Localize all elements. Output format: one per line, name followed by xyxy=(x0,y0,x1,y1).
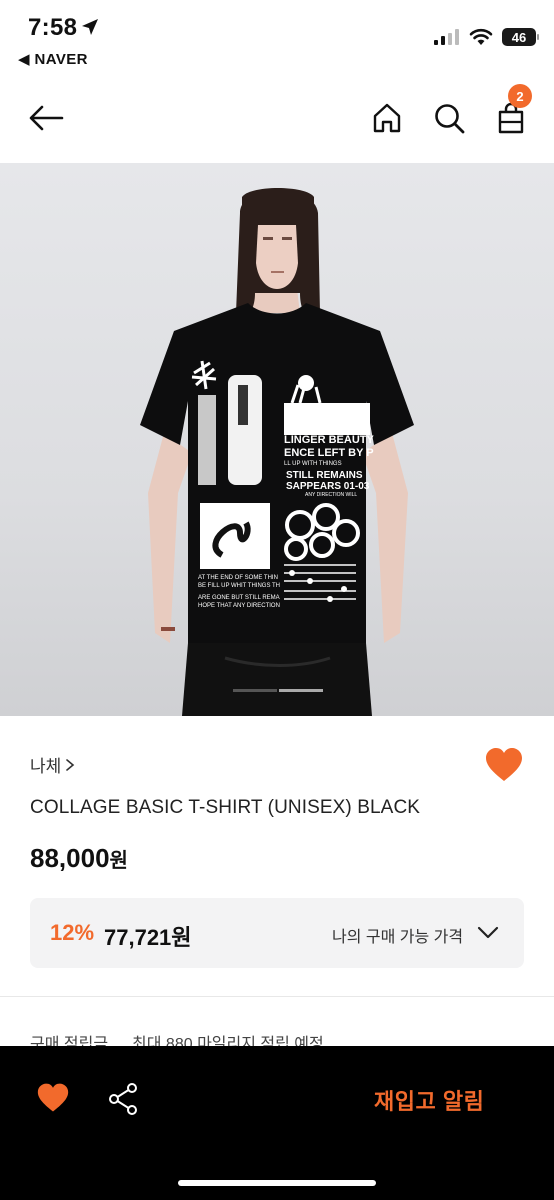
search-button[interactable] xyxy=(429,98,469,138)
search-icon xyxy=(435,104,465,134)
cart-count-badge: 2 xyxy=(508,84,532,108)
heart-icon[interactable] xyxy=(36,1082,70,1114)
carousel-indicator xyxy=(233,689,323,692)
product-image[interactable]: LINGER BEAUTY ENCE LEFT BY P LL UP WITH … xyxy=(0,163,554,716)
status-time: 7:58 xyxy=(28,14,78,41)
product-name: COLLAGE BASIC T-SHIRT (UNISEX) BLACK xyxy=(30,797,421,818)
chevron-right-icon xyxy=(66,758,75,771)
discount-price: 77,721원 xyxy=(104,925,192,950)
wishlist-button[interactable] xyxy=(484,746,524,784)
print-text-2: ENCE LEFT BY P xyxy=(284,447,374,459)
carousel-dot xyxy=(279,689,323,692)
cellular-signal-icon xyxy=(434,29,459,45)
print-text-4: STILL REMAINS xyxy=(286,470,363,481)
app-header xyxy=(0,80,554,162)
model-photo: LINGER BEAUTY ENCE LEFT BY P LL UP WITH … xyxy=(140,188,414,716)
brand-name: 나체 xyxy=(30,757,62,776)
print-text-3: LL UP WITH THINGS xyxy=(284,461,342,467)
my-price-box[interactable]: 12% 77,721원 나의 구매 가능 가격 xyxy=(30,898,524,968)
status-icons: 46 xyxy=(434,28,539,46)
product-price: 88,000원 xyxy=(30,843,128,874)
heart-icon xyxy=(486,748,522,781)
my-price-label: 나의 구매 가능 가격 xyxy=(332,929,464,946)
home-button[interactable] xyxy=(367,98,407,138)
print-text-8: BE FILL UP WHIT THINGS TH xyxy=(198,583,280,589)
back-to-naver-link[interactable]: ◀ NAVER xyxy=(18,50,88,68)
restock-alert-button[interactable]: 재입고 알림 xyxy=(374,1084,484,1116)
print-text-7: AT THE END OF SOME THIN xyxy=(198,575,278,581)
home-icon xyxy=(373,103,401,133)
price-value: 88,000 xyxy=(30,843,110,873)
status-bar: 7:58 ◀ NAVER 46 xyxy=(0,0,554,78)
share-icon[interactable] xyxy=(106,1082,140,1116)
bottom-action-bar: 재입고 알림 xyxy=(0,1046,554,1200)
location-arrow-icon xyxy=(82,19,98,35)
print-text-6: ANY DIRECTION WILL xyxy=(305,492,357,498)
carousel-dot-active xyxy=(233,689,277,692)
battery-level: 46 xyxy=(511,29,527,45)
back-button[interactable] xyxy=(26,98,66,138)
home-indicator xyxy=(178,1180,376,1186)
battery-indicator: 46 xyxy=(502,28,539,46)
print-text-1: LINGER BEAUTY xyxy=(284,434,375,446)
print-text-5: SAPPEARS 01-03 xyxy=(286,481,370,492)
price-currency: 원 xyxy=(109,850,128,872)
arrow-left-icon xyxy=(29,105,64,131)
brand-link[interactable]: 나체 xyxy=(30,752,75,777)
wifi-icon xyxy=(469,28,493,45)
section-divider xyxy=(0,996,554,997)
chevron-down-icon xyxy=(477,926,499,939)
discount-percent: 12% xyxy=(50,920,95,945)
print-text-10: HOPE THAT ANY DIRECTION xyxy=(198,603,280,609)
print-text-9: ARE GONE BUT STILL REMA xyxy=(198,595,280,601)
